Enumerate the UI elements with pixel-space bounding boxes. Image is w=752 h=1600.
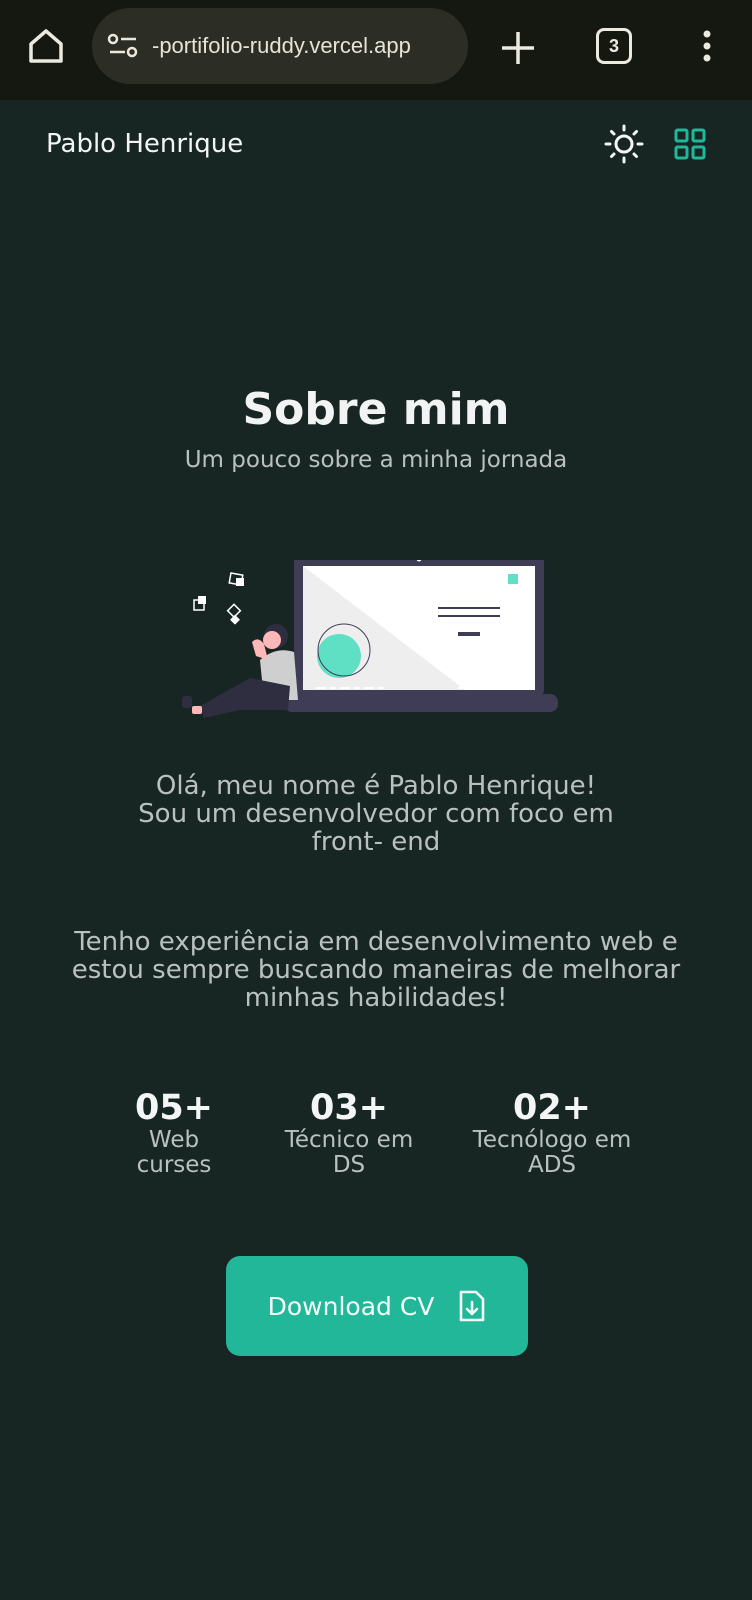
browser-toolbar: -portifolio-ruddy.vercel.app 3 xyxy=(0,0,752,100)
intro-line: front- end xyxy=(311,827,441,857)
stat-label: Web curses xyxy=(136,1127,212,1178)
intro-line: Sou um desenvolvedor com foco em xyxy=(138,799,614,829)
theme-toggle-button[interactable] xyxy=(604,124,644,164)
stat-number: 03+ xyxy=(309,1088,389,1128)
home-button[interactable] xyxy=(22,22,70,70)
download-cv-button[interactable]: Download CV xyxy=(226,1256,528,1356)
site-logo-text[interactable]: Pablo Henrique xyxy=(46,126,243,162)
stat-label: Tecnólogo em ADS xyxy=(472,1127,632,1178)
tabs-icon[interactable]: 3 xyxy=(596,28,632,64)
about-illustration xyxy=(182,560,558,718)
intro-text: Olá, meu nome é Pablo Henrique! Sou um d… xyxy=(40,772,712,856)
section-subtitle: Um pouco sobre a minha jornada xyxy=(184,447,568,473)
stat-tecnologo: 02+ Tecnólogo em ADS xyxy=(472,1088,632,1178)
home-icon xyxy=(29,29,63,63)
sun-icon xyxy=(604,124,644,164)
more-vert-icon xyxy=(703,30,711,62)
grid-icon xyxy=(674,128,706,160)
new-tab-button[interactable] xyxy=(498,28,538,68)
site-header: Pablo Henrique xyxy=(0,100,752,192)
stat-tecnico: 03+ Técnico em DS xyxy=(284,1088,414,1178)
site-settings-icon[interactable] xyxy=(106,30,140,62)
download-cv-label: Download CV xyxy=(267,1291,435,1321)
more-menu-button[interactable] xyxy=(696,28,718,68)
stat-number: 05+ xyxy=(134,1088,214,1128)
experience-text: Tenho experiência em desenvolvimento web… xyxy=(71,927,681,1013)
menu-toggle-button[interactable] xyxy=(674,128,706,160)
stat-web-courses: 05+ Web curses xyxy=(114,1088,234,1178)
section-title: Sobre mim xyxy=(242,384,510,435)
address-bar[interactable]: -portifolio-ruddy.vercel.app xyxy=(92,8,468,84)
file-download-icon xyxy=(460,1290,485,1322)
intro-line: Olá, meu nome é Pablo Henrique! xyxy=(155,771,597,801)
stat-label: Técnico em DS xyxy=(284,1127,414,1178)
plus-icon xyxy=(502,32,534,64)
stat-number: 02+ xyxy=(512,1088,592,1128)
url-text[interactable]: -portifolio-ruddy.vercel.app xyxy=(152,30,460,62)
